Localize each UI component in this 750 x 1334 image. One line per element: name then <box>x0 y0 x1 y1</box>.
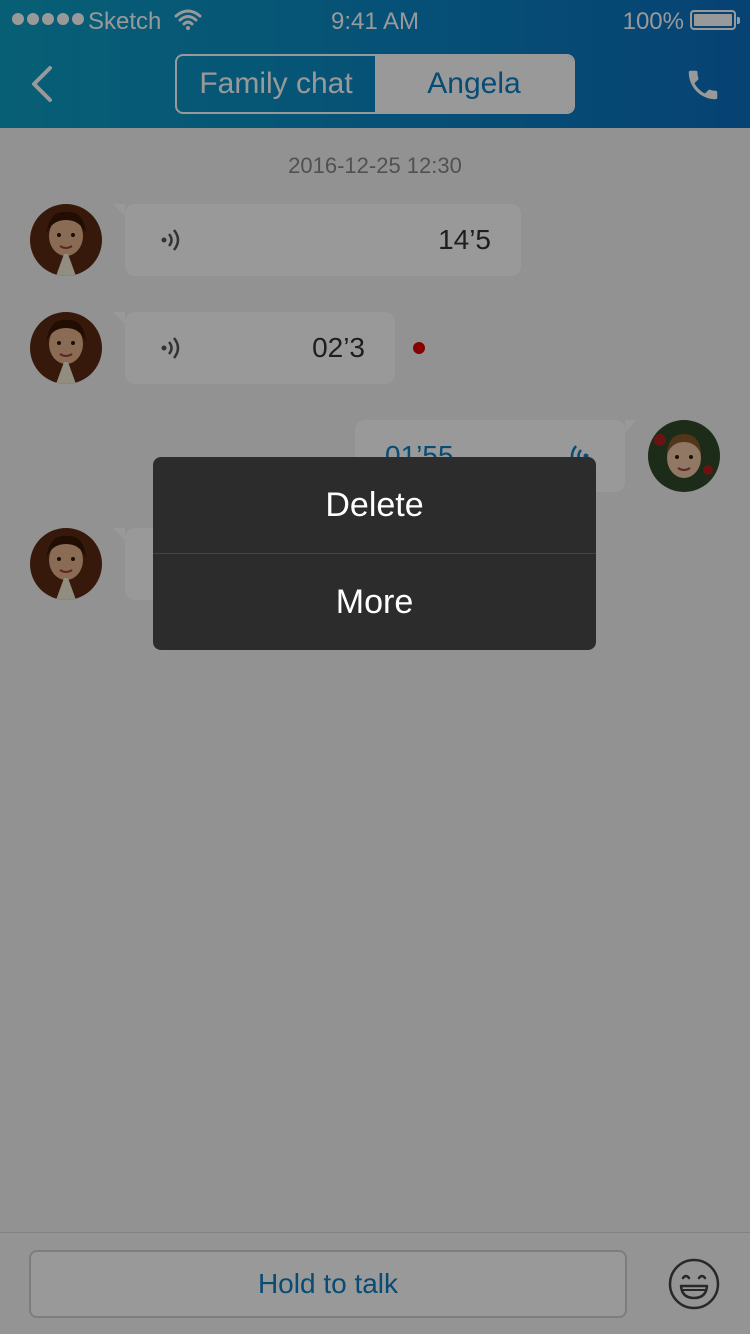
menu-item-delete[interactable]: Delete <box>153 457 596 553</box>
menu-item-more[interactable]: More <box>153 554 596 650</box>
context-menu: Delete More <box>153 457 596 650</box>
modal-dim-overlay[interactable] <box>0 0 750 1334</box>
